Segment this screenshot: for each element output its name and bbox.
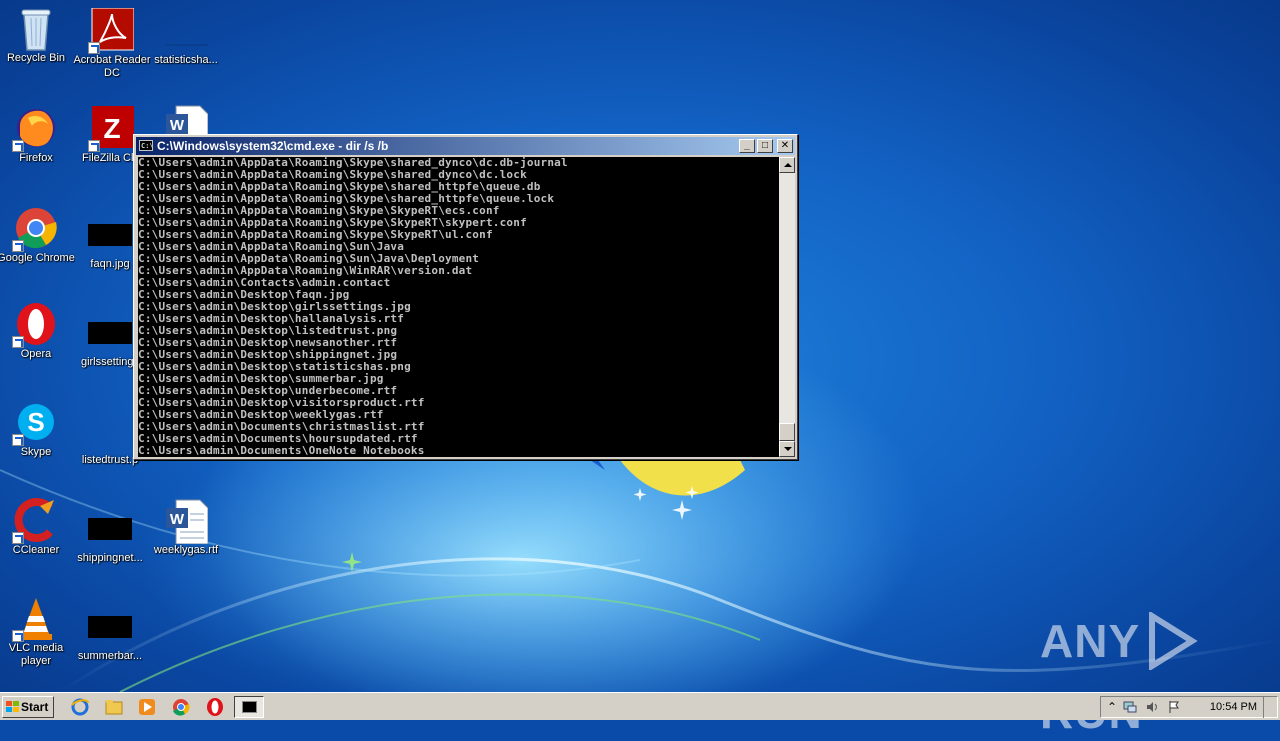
taskbar: Start ⌃ 10:54 PM <box>0 692 1280 720</box>
image-file-icon <box>88 408 132 452</box>
desktop-icon-label: shippingnet... <box>77 552 143 564</box>
anyrun-watermark: ANYRUN <box>1040 610 1280 738</box>
chrome-taskbar-icon[interactable] <box>171 697 191 717</box>
watermark-left: ANY <box>1040 615 1141 667</box>
show-desktop-button[interactable] <box>1263 696 1278 718</box>
thumbnail <box>88 322 132 344</box>
desktop-icon-google-chrome[interactable]: Google Chrome <box>0 206 75 265</box>
desktop-icon-label: VLC media player <box>8 642 64 667</box>
desktop-icon-acrobat[interactable]: Acrobat Reader DC <box>73 7 151 80</box>
desktop-icon-shippingnet[interactable]: shippingnet... <box>71 506 149 565</box>
action-center-flag-icon[interactable] <box>1167 700 1181 714</box>
desktop-icon-label: weeklygas.rtf <box>153 544 219 556</box>
vertical-scrollbar[interactable] <box>779 157 795 457</box>
image-file-icon <box>164 8 208 52</box>
svg-text:W: W <box>170 511 185 528</box>
svg-text:S: S <box>27 407 44 437</box>
word-document-icon: W <box>164 498 209 545</box>
scroll-down-button[interactable] <box>779 441 795 457</box>
filezilla-icon: Z <box>88 106 134 152</box>
cmd-window[interactable]: C:\Windows\system32\cmd.exe - dir /s /b … <box>133 134 798 460</box>
console-line: C:\Users\admin\Documents\OneNote Noteboo… <box>138 444 425 457</box>
skype-icon: S <box>12 400 58 446</box>
console-output[interactable]: C:\Users\admin\AppData\Roaming\Skype\sha… <box>138 157 779 457</box>
desktop-icon-label: summerbar... <box>77 650 143 662</box>
scroll-up-button[interactable] <box>779 157 795 173</box>
desktop-icon-label: Acrobat Reader DC <box>73 54 151 79</box>
image-file-icon <box>88 212 132 256</box>
desktop-icon-statisticshas[interactable]: statisticsha... <box>147 8 225 67</box>
desktop-icon-label: Skype <box>20 446 52 458</box>
internet-explorer-icon[interactable] <box>70 697 90 717</box>
desktop-icon-firefox[interactable]: Firefox <box>0 106 75 165</box>
desktop-icon-label: Opera <box>20 348 52 360</box>
desktop-icon-recycle-bin[interactable]: Recycle Bin <box>0 6 75 65</box>
acrobat-icon <box>88 7 135 54</box>
minimize-button[interactable]: _ <box>739 139 755 153</box>
thumbnail <box>88 616 132 638</box>
ccleaner-icon <box>12 498 58 544</box>
desktop-icon-vlc[interactable]: VLC media player <box>0 596 75 668</box>
cmd-titlebar[interactable]: C:\Windows\system32\cmd.exe - dir /s /b … <box>136 137 795 155</box>
svg-text:Z: Z <box>103 113 120 144</box>
taskbar-cmd-button[interactable] <box>234 696 264 718</box>
start-button[interactable]: Start <box>2 696 54 718</box>
image-file-icon <box>88 604 132 648</box>
show-hidden-icons-icon[interactable]: ⌃ <box>1105 700 1119 714</box>
shortcut-arrow-icon <box>12 532 24 544</box>
file-explorer-icon[interactable] <box>104 697 124 717</box>
desktop-icon-summerbar[interactable]: summerbar... <box>71 604 149 663</box>
desktop-icon-label: statisticsha... <box>154 54 218 66</box>
desktop-icon-label: CCleaner <box>12 544 60 556</box>
shortcut-arrow-icon <box>12 140 24 152</box>
shortcut-arrow-icon <box>88 140 100 152</box>
thumbnail <box>166 44 208 46</box>
network-icon[interactable] <box>1123 700 1137 714</box>
image-file-icon <box>88 310 132 354</box>
start-label: Start <box>21 700 49 714</box>
recycle-bin-icon <box>14 6 58 51</box>
shortcut-arrow-icon <box>88 42 100 54</box>
thumbnail <box>88 518 132 540</box>
desktop-icon-opera[interactable]: Opera <box>0 302 75 361</box>
console-icon[interactable] <box>139 137 154 155</box>
window-title: C:\Windows\system32\cmd.exe - dir /s /b <box>157 139 389 153</box>
desktop-icon-weeklygas[interactable]: W weeklygas.rtf <box>147 498 225 557</box>
svg-text:W: W <box>170 117 185 134</box>
close-button[interactable]: ✕ <box>777 139 793 153</box>
chrome-icon <box>12 206 58 252</box>
maximize-button[interactable]: □ <box>757 139 773 153</box>
windows-logo-icon <box>6 701 19 712</box>
opera-taskbar-icon[interactable] <box>205 697 225 717</box>
clock[interactable]: 10:54 PM <box>1210 697 1257 717</box>
firefox-icon <box>12 106 58 152</box>
image-file-icon <box>88 506 132 550</box>
console-icon <box>242 701 257 713</box>
desktop-icon-label: Google Chrome <box>0 252 75 264</box>
desktop-icon-label: Firefox <box>19 152 53 164</box>
thumbnail <box>88 224 132 246</box>
shortcut-arrow-icon <box>12 240 24 252</box>
scroll-thumb[interactable] <box>779 423 795 441</box>
vlc-icon <box>12 596 58 642</box>
volume-icon[interactable] <box>1145 700 1159 714</box>
opera-icon <box>12 302 58 348</box>
console-text: C:\Users\admin\AppData\Roaming\Skype\sha… <box>138 157 779 457</box>
play-icon <box>1146 610 1198 683</box>
system-tray: ⌃ 10:54 PM <box>1100 696 1278 718</box>
shortcut-arrow-icon <box>12 630 24 642</box>
media-player-icon[interactable] <box>137 697 157 717</box>
desktop-icon-skype[interactable]: S Skype <box>0 400 75 459</box>
shortcut-arrow-icon <box>12 434 24 446</box>
shortcut-arrow-icon <box>12 336 24 348</box>
desktop-icon-ccleaner[interactable]: CCleaner <box>0 498 75 557</box>
